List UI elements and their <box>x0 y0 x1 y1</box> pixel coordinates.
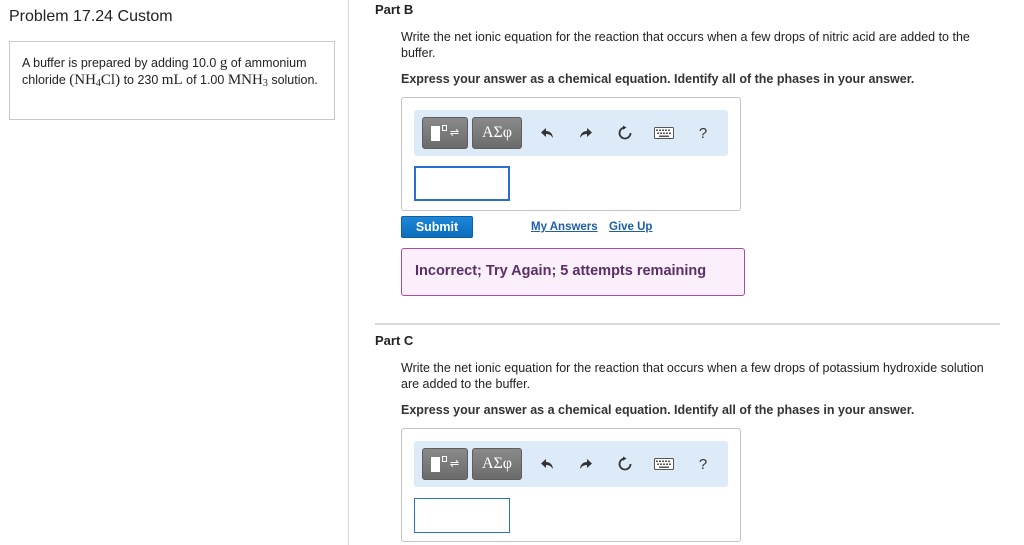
part-c-toolbar: ⇌ ΑΣφ ? <box>414 441 728 487</box>
problem-text-4: of 1.00 <box>182 73 228 87</box>
template-arrows: ⇌ <box>449 127 460 139</box>
part-c-answer-box: ⇌ ΑΣφ ? <box>401 428 741 542</box>
undo-icon[interactable] <box>536 453 558 475</box>
part-b-answer-input[interactable] <box>414 166 510 201</box>
formula-part: Cl) <box>100 72 121 88</box>
parts-pane: Part B Write the net ionic equation for … <box>349 0 1024 545</box>
problem-pane: Problem 17.24 Custom A buffer is prepare… <box>0 0 349 545</box>
template-small-box <box>441 125 447 131</box>
problem-text-1: A buffer is prepared by adding 10.0 <box>22 56 220 70</box>
submit-button[interactable]: Submit <box>401 216 473 238</box>
reset-icon[interactable] <box>614 122 636 144</box>
template-small-box <box>441 456 447 462</box>
my-answers-link[interactable]: My Answers <box>531 221 598 233</box>
part-c-instruction: Express your answer as a chemical equati… <box>401 403 915 417</box>
help-icon[interactable]: ? <box>692 122 714 144</box>
part-divider <box>375 323 1000 325</box>
greek-symbols-button[interactable]: ΑΣφ <box>472 117 522 149</box>
part-b-toolbar: ⇌ ΑΣφ ? <box>414 110 728 156</box>
feedback-message: Incorrect; Try Again; 5 attempts remaini… <box>401 248 745 296</box>
concentration-ammonia: MNH3 <box>227 72 268 89</box>
problem-text-3: to 230 <box>120 73 162 87</box>
part-b-answer-box: ⇌ ΑΣφ ? <box>401 97 741 211</box>
redo-icon[interactable] <box>575 122 597 144</box>
keyboard-icon[interactable] <box>652 122 676 144</box>
templates-icon <box>430 456 440 472</box>
part-b-instruction: Express your answer as a chemical equati… <box>401 72 915 86</box>
help-icon[interactable]: ? <box>692 453 714 475</box>
part-c-title: Part C <box>375 333 414 348</box>
keyboard-icon[interactable] <box>652 453 676 475</box>
problem-statement: A buffer is prepared by adding 10.0 g of… <box>9 41 335 120</box>
formula-part: MNH <box>227 72 263 88</box>
formula-ammonium-chloride: (NH4Cl) <box>69 72 121 89</box>
problem-title: Problem 17.24 Custom <box>9 8 173 25</box>
templates-icon <box>430 125 440 141</box>
formula-part: (NH <box>69 72 96 88</box>
part-c-question: Write the net ionic equation for the rea… <box>401 361 984 391</box>
give-up-link[interactable]: Give Up <box>609 221 652 233</box>
part-b-title: Part B <box>375 2 414 17</box>
problem-text-5: solution. <box>267 73 318 87</box>
templates-button[interactable]: ⇌ <box>422 448 468 480</box>
unit-milliliters: mL <box>161 72 183 88</box>
templates-button[interactable]: ⇌ <box>422 117 468 149</box>
template-arrows: ⇌ <box>449 458 460 470</box>
greek-symbols-button[interactable]: ΑΣφ <box>472 448 522 480</box>
reset-icon[interactable] <box>614 453 636 475</box>
redo-icon[interactable] <box>575 453 597 475</box>
undo-icon[interactable] <box>536 122 558 144</box>
part-c-answer-input[interactable] <box>414 498 510 533</box>
part-b-question: Write the net ionic equation for the rea… <box>401 30 970 60</box>
